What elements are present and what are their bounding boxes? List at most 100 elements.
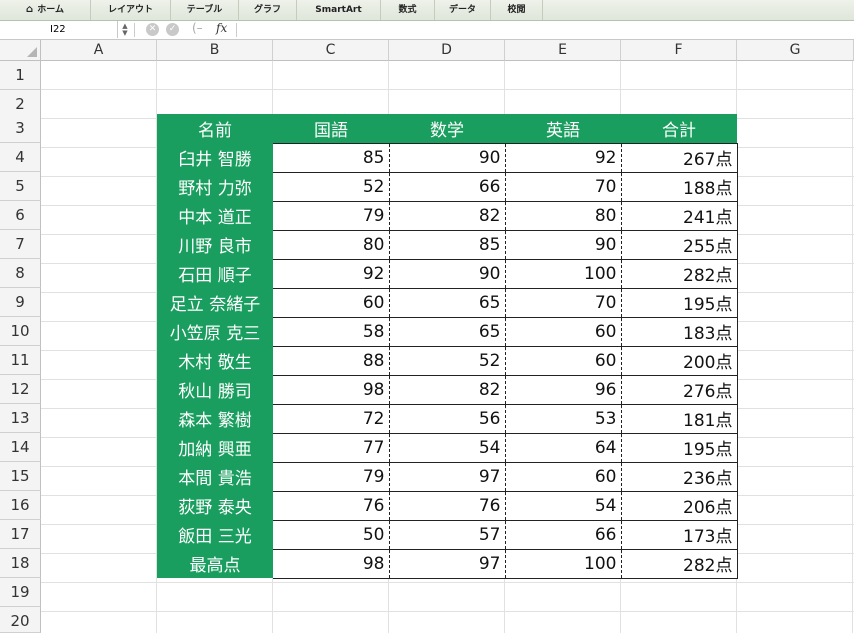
score-cell[interactable]: 85 [389, 230, 506, 260]
score-cell[interactable]: 92 [505, 142, 622, 173]
tab-data[interactable]: データ [435, 0, 491, 20]
name-cell[interactable]: 川野 良市 [157, 230, 273, 259]
column-header-c[interactable]: C [273, 40, 389, 61]
score-cell[interactable]: 79 [273, 462, 390, 492]
tab-home[interactable]: ⌂ ホーム [0, 0, 91, 20]
total-cell[interactable]: 282点 [621, 549, 738, 579]
row-header[interactable]: 8 [0, 259, 41, 288]
score-cell[interactable]: 90 [389, 142, 506, 173]
score-cell[interactable]: 70 [505, 288, 622, 318]
total-cell[interactable]: 183点 [621, 317, 738, 347]
total-cell[interactable]: 188点 [621, 172, 738, 202]
score-cell[interactable]: 52 [273, 172, 390, 202]
name-cell[interactable]: 臼井 智勝 [157, 143, 273, 172]
row-header[interactable]: 15 [0, 462, 41, 491]
score-cell[interactable]: 97 [389, 462, 506, 492]
score-cell[interactable]: 90 [505, 230, 622, 260]
row-header[interactable]: 16 [0, 491, 41, 520]
row-header[interactable]: 18 [0, 549, 41, 578]
header-total[interactable]: 合計 [621, 114, 737, 143]
header-english[interactable]: 英語 [505, 114, 621, 143]
score-cell[interactable]: 80 [273, 230, 390, 260]
row-header[interactable]: 4 [0, 143, 41, 172]
row-header[interactable]: 12 [0, 375, 41, 404]
tab-chart[interactable]: グラフ [239, 0, 297, 20]
score-cell[interactable]: 85 [273, 142, 390, 173]
cancel-icon[interactable]: ✕ [146, 23, 159, 36]
name-cell[interactable]: 木村 敬生 [157, 346, 273, 375]
score-cell[interactable]: 72 [273, 404, 390, 434]
score-cell[interactable]: 100 [505, 549, 622, 579]
score-cell[interactable]: 70 [505, 172, 622, 202]
total-cell[interactable]: 195点 [621, 433, 738, 463]
score-cell[interactable]: 77 [273, 433, 390, 463]
score-cell[interactable]: 98 [273, 549, 390, 579]
row-header[interactable]: 20 [0, 607, 41, 633]
score-cell[interactable]: 96 [505, 375, 622, 405]
score-cell[interactable]: 60 [505, 346, 622, 376]
score-cell[interactable]: 66 [505, 520, 622, 550]
row-header[interactable]: 11 [0, 346, 41, 375]
row-header[interactable]: 3 [0, 114, 41, 143]
total-cell[interactable]: 236点 [621, 462, 738, 492]
name-cell[interactable]: 森本 繁樹 [157, 404, 273, 433]
row-header[interactable]: 6 [0, 201, 41, 230]
score-cell[interactable]: 53 [505, 404, 622, 434]
score-cell[interactable]: 82 [389, 375, 506, 405]
score-cell[interactable]: 54 [505, 491, 622, 521]
score-cell[interactable]: 57 [389, 520, 506, 550]
name-cell[interactable]: 小笠原 克三 [157, 317, 273, 346]
column-header-b[interactable]: B [157, 40, 273, 61]
column-header-e[interactable]: E [505, 40, 621, 61]
function-wizard-icon[interactable]: (– [192, 21, 203, 35]
score-cell[interactable]: 80 [505, 201, 622, 231]
score-cell[interactable]: 65 [389, 317, 506, 347]
score-cell[interactable]: 60 [505, 462, 622, 492]
column-header-a[interactable]: A [41, 40, 157, 61]
row-header[interactable]: 7 [0, 230, 41, 259]
score-cell[interactable]: 50 [273, 520, 390, 550]
score-cell[interactable]: 100 [505, 259, 622, 289]
total-cell[interactable]: 267点 [621, 142, 738, 173]
total-cell[interactable]: 195点 [621, 288, 738, 318]
score-cell[interactable]: 88 [273, 346, 390, 376]
row-header[interactable]: 13 [0, 404, 41, 433]
score-cell[interactable]: 76 [389, 491, 506, 521]
score-cell[interactable]: 82 [389, 201, 506, 231]
header-japanese[interactable]: 国語 [273, 114, 389, 143]
row-header[interactable]: 1 [0, 61, 41, 90]
total-cell[interactable]: 282点 [621, 259, 738, 289]
score-cell[interactable]: 97 [389, 549, 506, 579]
insert-function-button[interactable]: fx [216, 21, 227, 35]
score-cell[interactable]: 79 [273, 201, 390, 231]
score-cell[interactable]: 90 [389, 259, 506, 289]
score-cell[interactable]: 64 [505, 433, 622, 463]
name-cell[interactable]: 石田 順子 [157, 259, 273, 288]
total-cell[interactable]: 206点 [621, 491, 738, 521]
header-math[interactable]: 数学 [389, 114, 505, 143]
score-cell[interactable]: 60 [273, 288, 390, 318]
total-cell[interactable]: 173点 [621, 520, 738, 550]
score-cell[interactable]: 65 [389, 288, 506, 318]
column-header-f[interactable]: F [621, 40, 737, 61]
score-cell[interactable]: 92 [273, 259, 390, 289]
name-cell[interactable]: 本間 貴浩 [157, 462, 273, 491]
name-cell[interactable]: 最高点 [157, 549, 273, 578]
score-cell[interactable]: 54 [389, 433, 506, 463]
total-cell[interactable]: 255点 [621, 230, 738, 260]
confirm-icon[interactable]: ✓ [166, 23, 179, 36]
row-header[interactable]: 9 [0, 288, 41, 317]
row-header[interactable]: 14 [0, 433, 41, 462]
total-cell[interactable]: 181点 [621, 404, 738, 434]
tab-table[interactable]: テーブル [171, 0, 239, 20]
name-cell[interactable]: 足立 奈緒子 [157, 288, 273, 317]
score-cell[interactable]: 58 [273, 317, 390, 347]
row-header[interactable]: 10 [0, 317, 41, 346]
tab-smartart[interactable]: SmartArt [297, 0, 381, 20]
total-cell[interactable]: 276点 [621, 375, 738, 405]
tab-layout[interactable]: レイアウト [91, 0, 171, 20]
header-name[interactable]: 名前 [157, 114, 273, 143]
name-cell[interactable]: 秋山 勝司 [157, 375, 273, 404]
total-cell[interactable]: 200点 [621, 346, 738, 376]
score-cell[interactable]: 60 [505, 317, 622, 347]
